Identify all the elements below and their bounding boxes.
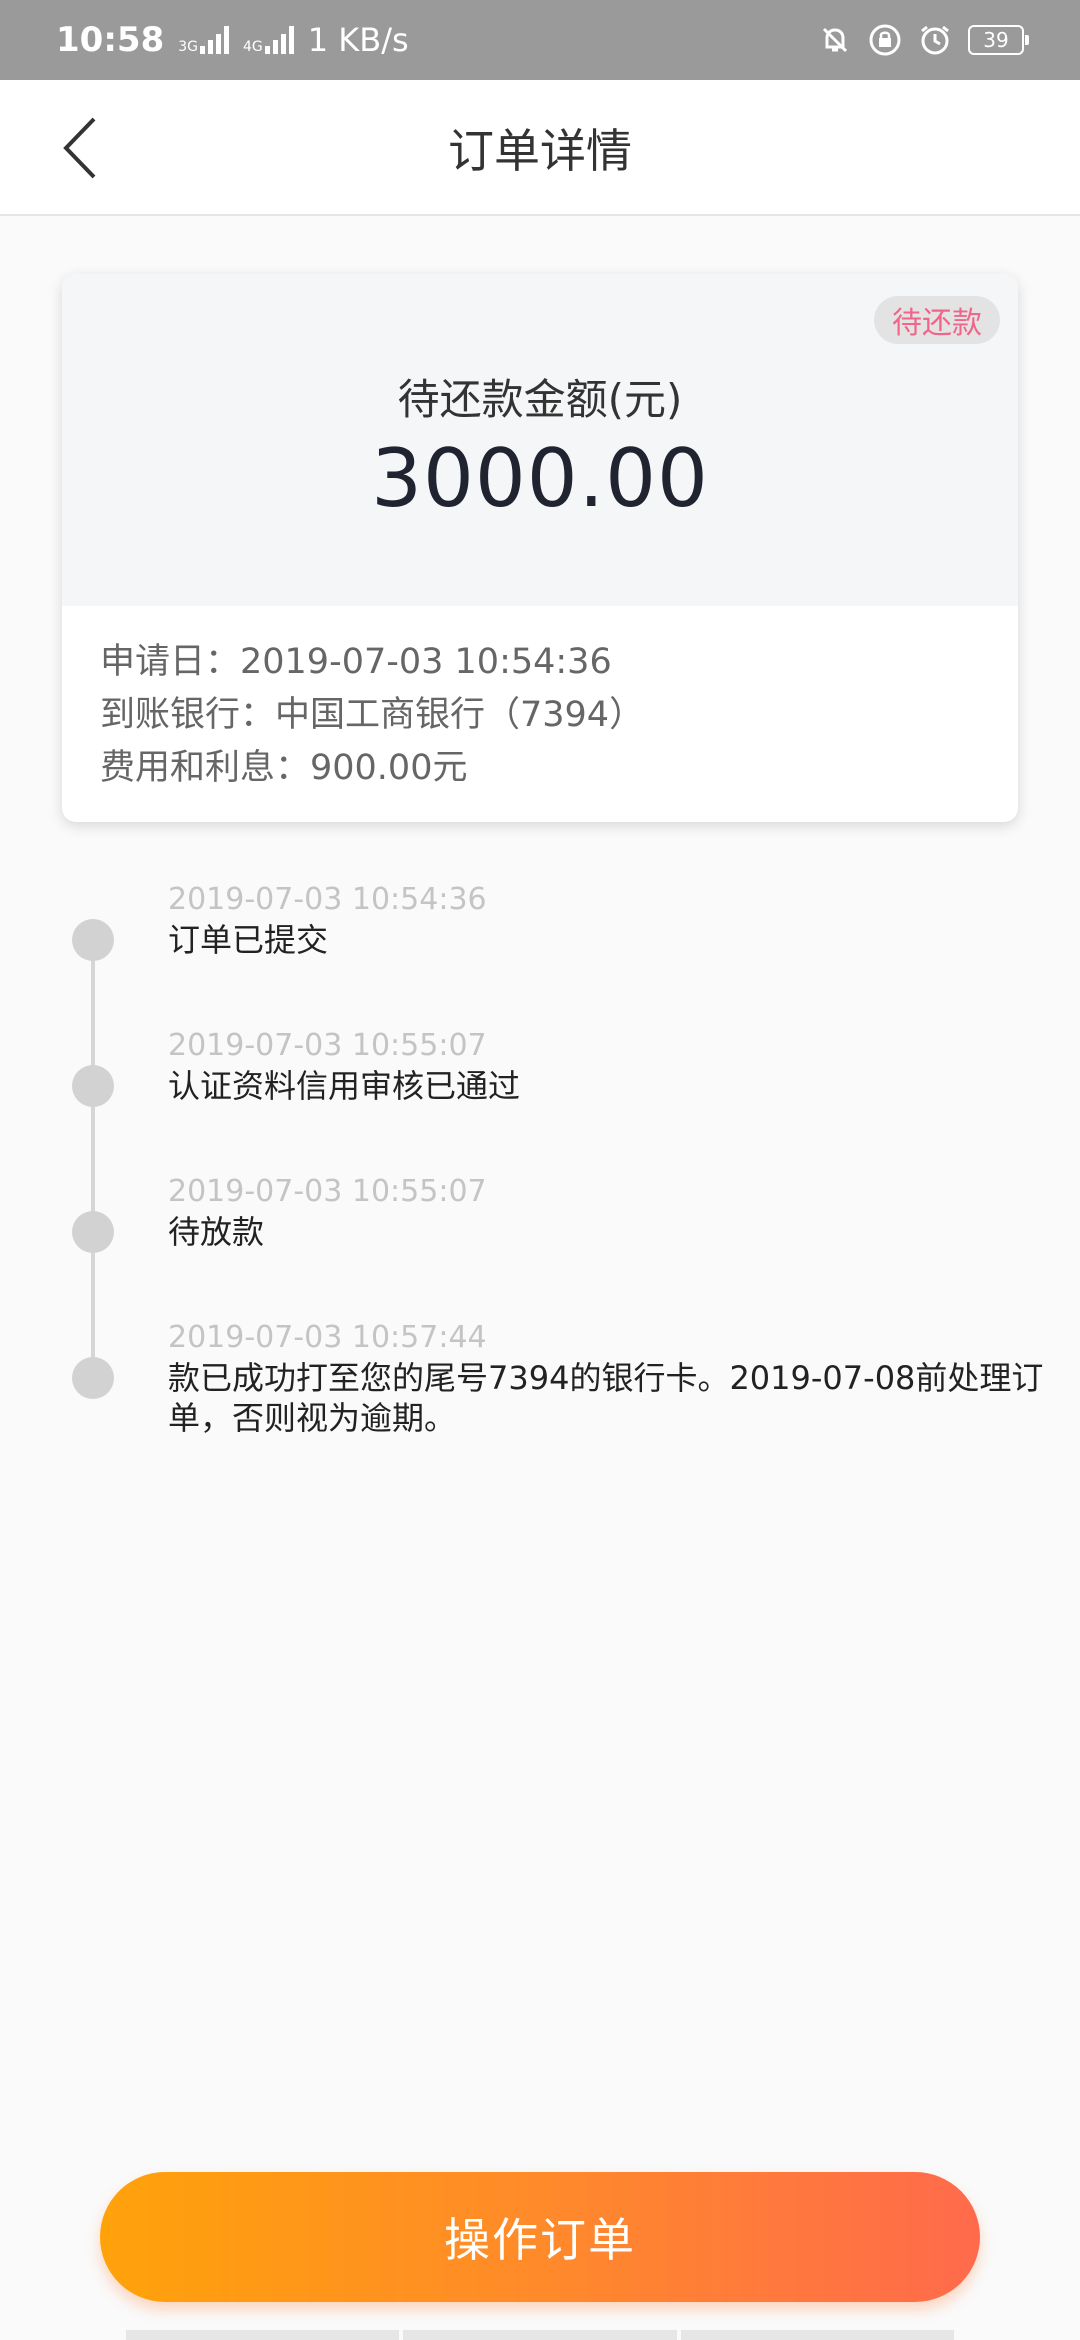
timeline-dot xyxy=(72,1211,114,1253)
signal-bars-icon xyxy=(200,26,229,54)
timeline-text: 订单已提交 xyxy=(168,921,329,959)
timeline-dot xyxy=(72,1065,114,1107)
signal-bars-icon xyxy=(264,26,294,54)
page-title: 订单详情 xyxy=(448,124,632,178)
timeline-text: 待放款 xyxy=(168,1213,265,1251)
timeline-time: 2019-07-03 10:55:07 xyxy=(168,1028,487,1063)
timeline-time: 2019-07-03 10:55:07 xyxy=(168,1174,487,1209)
signal-3g-indicator: 3G xyxy=(178,26,229,54)
status-badge: 待还款 xyxy=(874,296,1000,344)
status-right: 39 xyxy=(818,23,1029,57)
nav-bar: 订单详情 xyxy=(0,80,1080,216)
lock-icon xyxy=(869,24,901,56)
bottom-edge-segment xyxy=(126,2330,400,2340)
order-summary-card: 待还款 待还款金额(元) 3000.00 申请日：2019-07-03 10:5… xyxy=(62,274,1018,822)
status-left: 10:58 3G 4G 1 KB/s xyxy=(56,20,409,60)
apply-date: 申请日：2019-07-03 10:54:36 xyxy=(100,642,612,682)
timeline-text: 认证资料信用审核已通过 xyxy=(168,1067,521,1105)
amount-value: 3000.00 xyxy=(371,432,709,525)
amount-label: 待还款金额(元) xyxy=(397,375,683,424)
network-type-3g: 3G xyxy=(178,39,198,55)
signal-4g-indicator: 4G xyxy=(243,26,294,54)
bottom-edge-segment xyxy=(403,2330,677,2340)
timeline-line xyxy=(91,940,95,1380)
status-bar: 10:58 3G 4G 1 KB/s 39 xyxy=(0,0,1080,80)
status-time: 10:58 xyxy=(56,20,165,60)
battery-indicator: 39 xyxy=(968,25,1029,55)
receiving-bank: 到账银行：中国工商银行（7394） xyxy=(100,695,645,735)
bottom-edge xyxy=(126,2330,954,2340)
timeline-text: 款已成功打至您的尾号7394的银行卡。2019-07-08前处理订单，否则视为逾… xyxy=(168,1359,1044,1437)
timeline-time: 2019-07-03 10:54:36 xyxy=(168,882,487,917)
battery-level: 39 xyxy=(983,28,1009,52)
bell-off-icon xyxy=(822,27,848,53)
timeline-dot xyxy=(72,919,114,961)
network-speed: 1 KB/s xyxy=(307,21,409,59)
order-info: 申请日：2019-07-03 10:54:36 到账银行：中国工商银行（7394… xyxy=(100,636,998,795)
bottom-edge-segment xyxy=(680,2330,954,2340)
fee-and-interest: 费用和利息：900.00元 xyxy=(100,748,468,788)
network-type-4g: 4G xyxy=(243,39,263,55)
amount-section: 待还款 待还款金额(元) 3000.00 xyxy=(62,274,1018,606)
operate-order-button[interactable]: 操作订单 xyxy=(100,2172,980,2302)
alarm-icon xyxy=(921,25,949,55)
timeline-dot xyxy=(72,1357,114,1399)
timeline-time: 2019-07-03 10:57:44 xyxy=(168,1320,487,1355)
